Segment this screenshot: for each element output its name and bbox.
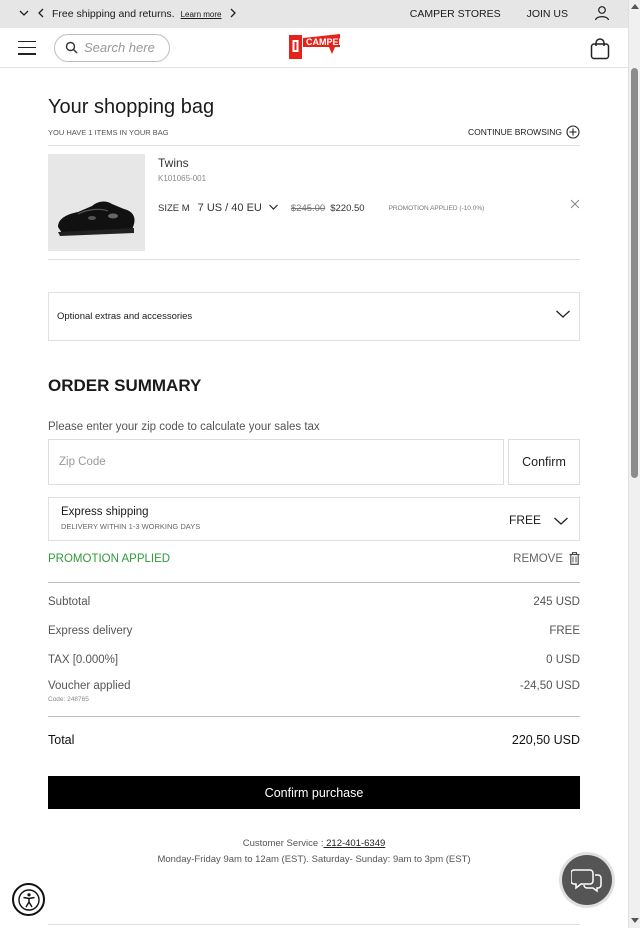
plus-circle-icon (566, 125, 580, 139)
chevron-down-icon (553, 513, 569, 531)
order-summary-title: ORDER SUMMARY (48, 376, 202, 395)
divider (48, 716, 580, 717)
chevron-down-icon (555, 309, 571, 322)
shipping-price: FREE (508, 513, 541, 527)
voucher-value: -24,50 USD (519, 680, 580, 692)
scrollbar[interactable] (628, 0, 640, 928)
chat-icon[interactable] (562, 855, 612, 905)
learn-more-link[interactable]: Learn more (181, 10, 222, 19)
tax-value: 0 USD (546, 654, 580, 666)
chevron-right-icon[interactable] (228, 7, 238, 22)
customer-service-line: Customer Service : 212-401-6349 (48, 836, 580, 852)
continue-browsing-label: CONTINUE BROWSING (468, 127, 562, 137)
divider (48, 259, 580, 260)
shipping-delivery-time: DELIVERY WITHIN 1-3 WORKING DAYS (61, 522, 201, 531)
phone-link[interactable]: 212-401-6349 (323, 838, 385, 849)
promotion-note: PROMOTION APPLIED (-10.0%) (388, 204, 485, 212)
divider (48, 924, 580, 925)
original-price: $245.00 (290, 202, 326, 214)
total-row: Total 220,50 USD (48, 733, 580, 747)
shipping-name: Express shipping (61, 506, 149, 518)
total-value: 220,50 USD (511, 733, 580, 747)
scroll-up-arrow-icon[interactable] (631, 4, 639, 9)
shipping-method-select[interactable]: Express shipping DELIVERY WITHIN 1-3 WOR… (48, 497, 580, 541)
product-name[interactable]: Twins (158, 156, 189, 170)
scrollbar-thumb[interactable] (631, 68, 638, 478)
remove-item-icon[interactable] (570, 196, 580, 214)
remove-label: REMOVE (513, 552, 563, 565)
item-count: YOU HAVE 1 ITEMS IN YOUR BAG (48, 128, 169, 137)
chevron-down-icon[interactable] (18, 7, 30, 22)
divider (48, 582, 580, 583)
promotion-applied-label: PROMOTION APPLIED (48, 553, 171, 565)
promo-bar-right: CAMPER STORES JOIN US (410, 5, 610, 24)
customer-service: Customer Service : 212-401-6349 Monday-F… (48, 836, 580, 868)
accessibility-icon[interactable] (12, 883, 45, 916)
divider (48, 145, 580, 146)
subtotal-row: Subtotal 245 USD (48, 596, 580, 608)
chevron-left-icon[interactable] (36, 7, 46, 22)
camper-logo[interactable]: CAMPER (288, 32, 341, 62)
zip-confirm-button[interactable]: Confirm (508, 439, 580, 485)
extras-label: Optional extras and accessories (57, 311, 193, 322)
shopping-bag-icon[interactable] (590, 38, 610, 65)
promo-bar-left: Free shipping and returns. Learn more (18, 7, 238, 22)
promo-text: Free shipping and returns. (52, 8, 175, 20)
size-select[interactable]: 7 US / 40 EU (198, 202, 262, 214)
menu-icon[interactable] (18, 40, 36, 55)
delivery-value: FREE (549, 625, 580, 637)
remove-promotion-button[interactable]: REMOVE (513, 552, 580, 565)
voucher-code: Code: 248765 (48, 696, 89, 703)
customer-service-hours: Monday-Friday 9am to 12am (EST). Saturda… (157, 854, 471, 865)
promo-bar: Free shipping and returns. Learn more CA… (0, 0, 628, 28)
chevron-down-icon[interactable] (268, 203, 279, 214)
user-icon[interactable] (594, 5, 610, 24)
optional-extras-accordion[interactable]: Optional extras and accessories (48, 292, 580, 341)
product-reference: K101065-001 (158, 174, 207, 183)
customer-service-label: Customer Service : (242, 838, 324, 849)
logo-text: CAMPER (306, 37, 341, 47)
search-icon (65, 41, 78, 54)
join-us-link[interactable]: JOIN US (527, 8, 568, 20)
size-label: SIZE M (158, 202, 190, 214)
zip-code-input[interactable] (48, 439, 504, 485)
sale-price: $220.50 (330, 202, 365, 214)
voucher-label: Voucher applied (48, 680, 131, 692)
subtotal-value: 245 USD (533, 596, 580, 608)
delivery-label: Express delivery (48, 625, 133, 637)
camper-stores-link[interactable]: CAMPER STORES (410, 8, 501, 20)
voucher-row: Voucher applied -24,50 USD (48, 680, 580, 692)
continue-browsing-link[interactable]: CONTINUE BROWSING (468, 125, 580, 139)
confirm-purchase-button[interactable]: Confirm purchase (48, 776, 580, 809)
site-header: Search here CAMPER (0, 28, 628, 68)
search-input[interactable]: Search here (54, 33, 170, 62)
trash-icon (569, 552, 580, 565)
total-label: Total (48, 733, 75, 747)
scroll-down-arrow-icon[interactable] (631, 918, 639, 923)
page: Free shipping and returns. Learn more CA… (0, 0, 640, 928)
zip-label: Please enter your zip code to calculate … (48, 421, 320, 433)
search-placeholder: Search here (84, 40, 155, 55)
tax-label: TAX [0.000%] (48, 654, 119, 666)
product-details-row: SIZE M 7 US / 40 EU $245.00 $220.50 PROM… (158, 202, 484, 214)
page-title: Your shopping bag (48, 96, 215, 118)
subtotal-label: Subtotal (48, 596, 91, 608)
tax-row: TAX [0.000%] 0 USD (48, 654, 580, 666)
product-image[interactable] (48, 154, 145, 251)
delivery-row: Express delivery FREE (48, 625, 580, 637)
